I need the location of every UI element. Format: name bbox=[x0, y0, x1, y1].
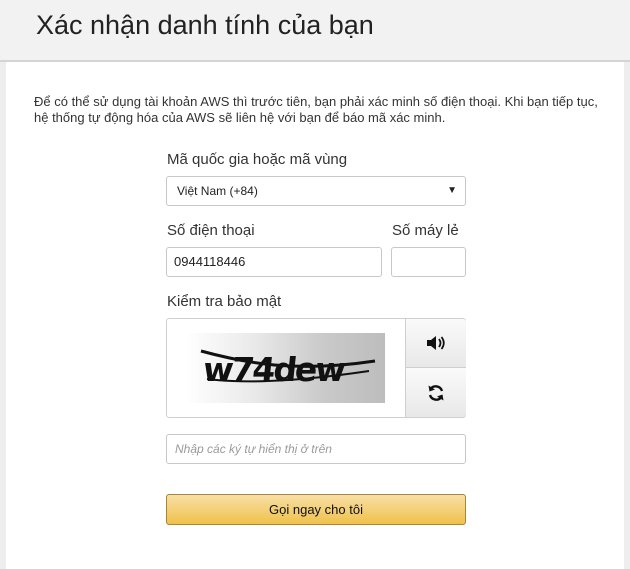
country-select-value: Việt Nam (+84) bbox=[177, 184, 258, 198]
captcha-input[interactable] bbox=[166, 434, 466, 464]
captcha-text: w74dew bbox=[201, 350, 347, 389]
speaker-icon bbox=[427, 336, 445, 350]
refresh-icon bbox=[428, 384, 444, 401]
intro-text: Để có thể sử dụng tài khoản AWS thì trướ… bbox=[34, 94, 598, 125]
phone-input-value: 0944118446 bbox=[174, 254, 246, 269]
security-label: Kiểm tra bảo mật bbox=[167, 293, 282, 310]
country-label: Mã quốc gia hoặc mã vùng bbox=[167, 151, 348, 168]
refresh-captcha-button[interactable] bbox=[405, 368, 466, 417]
captcha-image: w74dew bbox=[185, 333, 385, 403]
extension-label: Số máy lẻ bbox=[392, 222, 459, 239]
audio-captcha-button[interactable] bbox=[405, 319, 466, 368]
extension-input[interactable] bbox=[391, 247, 466, 277]
caret-down-icon: ▼ bbox=[447, 185, 457, 196]
phone-label: Số điện thoại bbox=[167, 222, 255, 239]
page-header: Xác nhận danh tính của bạn bbox=[0, 0, 630, 62]
page-title: Xác nhận danh tính của bạn bbox=[36, 10, 374, 40]
phone-input[interactable]: 0944118446 bbox=[166, 247, 382, 277]
content-panel bbox=[0, 62, 630, 569]
captcha-box: w74dew bbox=[166, 318, 466, 418]
country-select[interactable]: Việt Nam (+84) ▼ bbox=[166, 176, 466, 206]
call-me-now-button[interactable]: Gọi ngay cho tôi bbox=[166, 494, 466, 525]
captcha-graphic: w74dew bbox=[200, 349, 376, 389]
